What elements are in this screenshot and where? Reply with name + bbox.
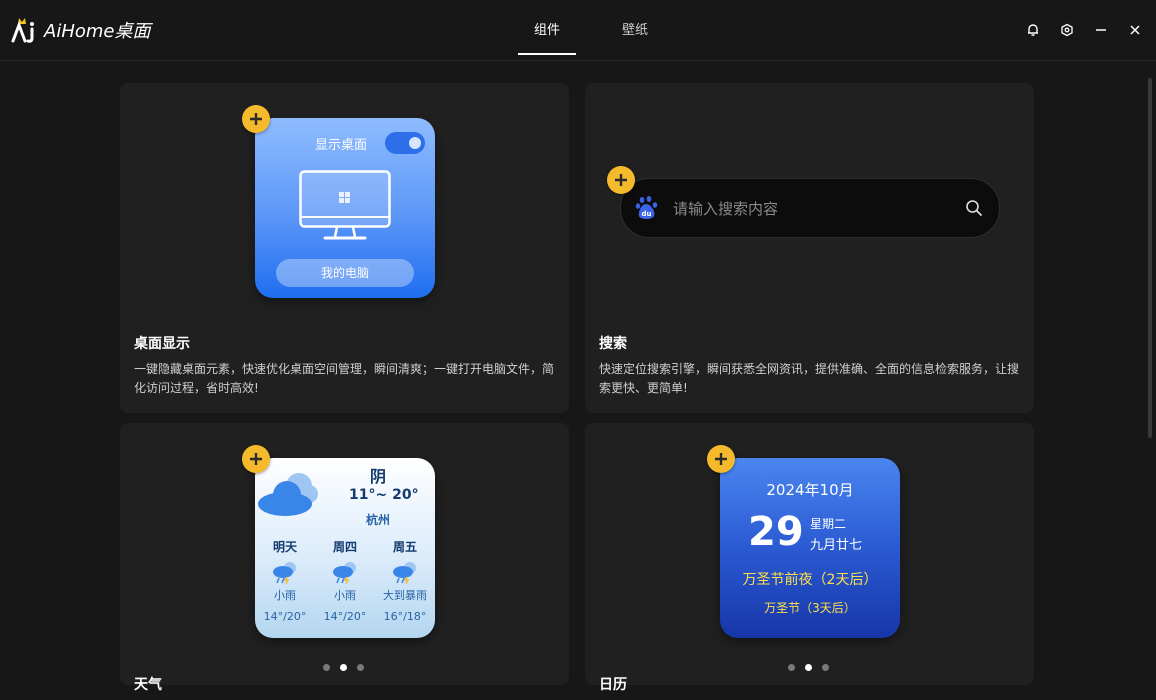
weather-widget[interactable]: 阴 11°~ 20° 杭州 明天 小雨 14°/20° 周四 小雨 14°/20… xyxy=(255,458,435,638)
desktop-widget[interactable]: 显示桌面 我的电脑 xyxy=(255,118,435,298)
card-title: 日历 xyxy=(599,677,627,693)
tab-wallpaper[interactable]: 壁纸 xyxy=(606,0,664,60)
logo-icon xyxy=(10,16,38,44)
bell-icon[interactable] xyxy=(1022,18,1044,42)
card-title: 天气 xyxy=(134,677,162,693)
title-bar[interactable]: AiHome桌面 组件 壁纸 xyxy=(0,0,1156,61)
my-computer-button[interactable]: 我的电脑 xyxy=(276,259,414,287)
pager-dot-active[interactable] xyxy=(340,664,347,671)
forecast-day-label: 周四 xyxy=(332,540,357,554)
pager-dot[interactable] xyxy=(357,664,364,671)
forecast-desc: 小雨 xyxy=(274,589,296,602)
pager-dot[interactable] xyxy=(822,664,829,671)
temperature-range: 11°~ 20° xyxy=(349,487,419,503)
weather-condition: 阴 xyxy=(370,467,387,486)
forecast-temp: 14°/20° xyxy=(323,610,367,623)
rain-cloud-icon xyxy=(257,558,313,586)
calendar-event: 万圣节（3天后） xyxy=(764,601,856,615)
card-desktop: 显示桌面 我的电脑 桌面显示 一键隐藏桌面元素，快速优化桌面空间管理，瞬间清爽；… xyxy=(120,83,569,413)
forecast-desc: 小雨 xyxy=(334,589,356,602)
forecast-day: 明天 小雨 14°/20° xyxy=(257,538,313,626)
close-icon[interactable] xyxy=(1124,18,1146,42)
settings-icon[interactable] xyxy=(1056,18,1078,42)
monitor-icon xyxy=(299,170,391,246)
card-title: 搜索 xyxy=(599,336,627,352)
search-widget: du xyxy=(620,178,1000,238)
calendar-weekday: 星期二 xyxy=(810,517,847,531)
rain-cloud-icon xyxy=(317,558,373,586)
window-controls xyxy=(1022,18,1146,42)
card-description: 一键隐藏桌面元素，快速优化桌面空间管理，瞬间清爽；一键打开电脑文件，简化访问过程… xyxy=(134,362,555,395)
card-title: 桌面显示 xyxy=(134,336,190,352)
add-weather-widget-button[interactable] xyxy=(242,445,270,473)
add-search-widget-button[interactable] xyxy=(607,166,635,194)
calendar-year-month: 2024年10月 xyxy=(766,481,854,499)
show-desktop-label: 显示桌面 xyxy=(315,138,368,153)
card-weather: 阴 11°~ 20° 杭州 明天 小雨 14°/20° 周四 小雨 14°/20… xyxy=(120,423,569,693)
calendar-pager xyxy=(788,664,829,671)
cloud-icon xyxy=(257,468,323,522)
search-icon[interactable] xyxy=(965,199,983,221)
add-calendar-widget-button[interactable] xyxy=(707,445,735,473)
pager-dot[interactable] xyxy=(323,664,330,671)
forecast-temp: 16°/18° xyxy=(383,610,427,623)
app-logo: AiHome桌面 xyxy=(10,16,150,44)
minimize-icon[interactable] xyxy=(1090,18,1112,42)
main-tabs: 组件 壁纸 xyxy=(518,0,664,60)
forecast-desc: 大到暴雨 xyxy=(383,589,427,602)
weather-pager xyxy=(323,664,364,671)
forecast-day-label: 明天 xyxy=(272,540,297,554)
forecast-day: 周四 小雨 14°/20° xyxy=(317,538,373,626)
card-description: 快速定位搜索引擎，瞬间获悉全网资讯，提供准确、全面的信息检索服务，让搜索更快、更… xyxy=(599,362,1020,395)
baidu-paw-icon: du xyxy=(635,195,659,225)
add-desktop-widget-button[interactable] xyxy=(242,105,270,133)
storm-cloud-icon xyxy=(377,558,433,586)
app-name: AiHome桌面 xyxy=(44,21,151,42)
city-name: 杭州 xyxy=(366,513,391,527)
calendar-event: 万圣节前夜（2天后） xyxy=(742,572,878,588)
show-desktop-toggle[interactable] xyxy=(385,132,425,154)
calendar-widget[interactable]: 2024年10月 29 星期二 九月廿七 万圣节前夜（2天后） 万圣节（3天后） xyxy=(720,458,900,638)
calendar-day: 29 xyxy=(748,509,804,555)
forecast-day-label: 周五 xyxy=(392,540,417,554)
forecast-day: 周五 大到暴雨 16°/18° xyxy=(377,538,433,626)
forecast-temp: 14°/20° xyxy=(263,610,307,623)
scrollbar[interactable] xyxy=(1148,78,1152,438)
search-input[interactable] xyxy=(671,195,955,223)
svg-text:du: du xyxy=(642,210,652,218)
pager-dot[interactable] xyxy=(788,664,795,671)
card-calendar: 2024年10月 29 星期二 九月廿七 万圣节前夜（2天后） 万圣节（3天后）… xyxy=(585,423,1034,693)
tab-widgets[interactable]: 组件 xyxy=(518,0,577,60)
app-window: AiHome桌面 组件 壁纸 显示桌面 我的电脑 桌面显示 一键隐藏桌面元素，快… xyxy=(0,0,1156,700)
pager-dot-active[interactable] xyxy=(805,664,812,671)
card-search: du 搜索 快速定位搜索引擎，瞬间获悉全网资讯，提供准确、全面的信息检索服务，让… xyxy=(585,83,1034,413)
calendar-lunar-date: 九月廿七 xyxy=(810,538,863,553)
